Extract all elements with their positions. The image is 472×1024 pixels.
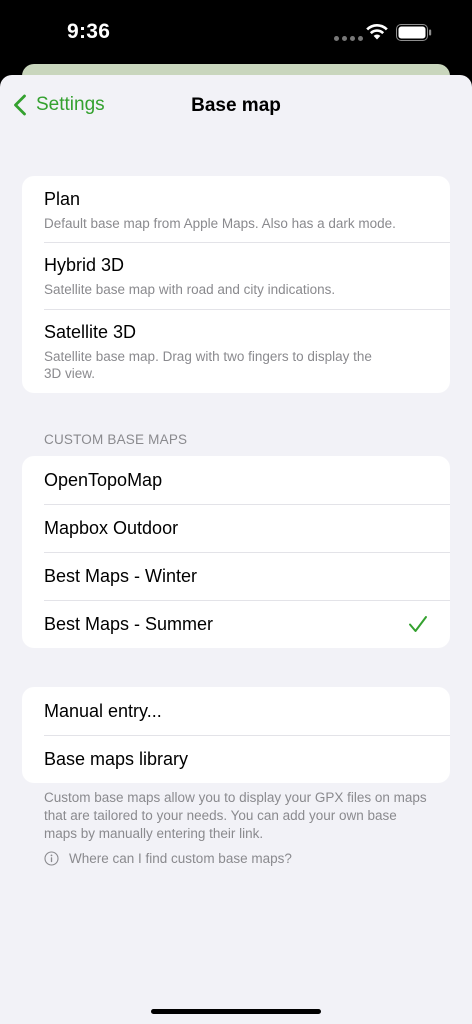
status-time: 9:36: [67, 20, 111, 43]
row-title: Plan: [44, 189, 81, 209]
custom-base-maps-group: OpenTopoMap Mapbox Outdoor Best Maps - W…: [22, 456, 450, 648]
row-subtitle: Satellite base map with road and city in…: [44, 282, 336, 297]
find-custom-maps-link[interactable]: Where can I find custom base maps?: [44, 851, 292, 866]
custom-map-mapbox-outdoor[interactable]: Mapbox Outdoor: [22, 504, 450, 552]
custom-maps-footer-text: Custom base maps allow you to display yo…: [44, 790, 427, 841]
info-circle-icon: [44, 851, 59, 866]
row-title: OpenTopoMap: [44, 469, 163, 490]
base-maps-library-button[interactable]: Base maps library: [22, 735, 450, 783]
base-map-plan[interactable]: Plan Default base map from Apple Maps. A…: [22, 176, 450, 242]
checkmark-icon: [409, 616, 427, 632]
base-maps-group: Plan Default base map from Apple Maps. A…: [22, 176, 450, 393]
row-title: Best Maps - Winter: [44, 565, 198, 586]
base-map-actions-group: Manual entry... Base maps library: [22, 687, 450, 783]
custom-map-best-maps-winter[interactable]: Best Maps - Winter: [22, 552, 450, 600]
page-title: Base map: [191, 95, 281, 116]
battery-icon: [396, 24, 432, 41]
row-title: Manual entry...: [44, 700, 162, 721]
custom-map-best-maps-summer[interactable]: Best Maps - Summer: [22, 600, 450, 648]
row-subtitle: Satellite base map. Drag with two finger…: [44, 349, 372, 381]
custom-map-opentopomap[interactable]: OpenTopoMap: [22, 456, 450, 504]
section-header-custom: CUSTOM BASE MAPS: [44, 432, 188, 447]
base-map-hybrid-3d[interactable]: Hybrid 3D Satellite base map with road a…: [22, 242, 450, 309]
row-title: Hybrid 3D: [44, 255, 125, 275]
help-link-label: Where can I find custom base maps?: [69, 851, 292, 866]
status-bar: 9:36: [0, 0, 472, 66]
signal-dots-icon: [334, 36, 363, 41]
row-subtitle: Default base map from Apple Maps. Also h…: [44, 216, 396, 231]
wifi-icon: [366, 23, 388, 40]
home-indicator[interactable]: [151, 1009, 321, 1014]
base-map-satellite-3d[interactable]: Satellite 3D Satellite base map. Drag wi…: [22, 309, 450, 393]
base-map-sheet: Settings Base map Plan Default base map …: [0, 75, 472, 1024]
row-title: Mapbox Outdoor: [44, 517, 179, 538]
row-title: Base maps library: [44, 748, 189, 769]
row-title: Best Maps - Summer: [44, 613, 214, 634]
navigation-bar: Settings Base map: [0, 75, 472, 137]
manual-entry-button[interactable]: Manual entry...: [22, 687, 450, 735]
row-title: Satellite 3D: [44, 322, 137, 342]
